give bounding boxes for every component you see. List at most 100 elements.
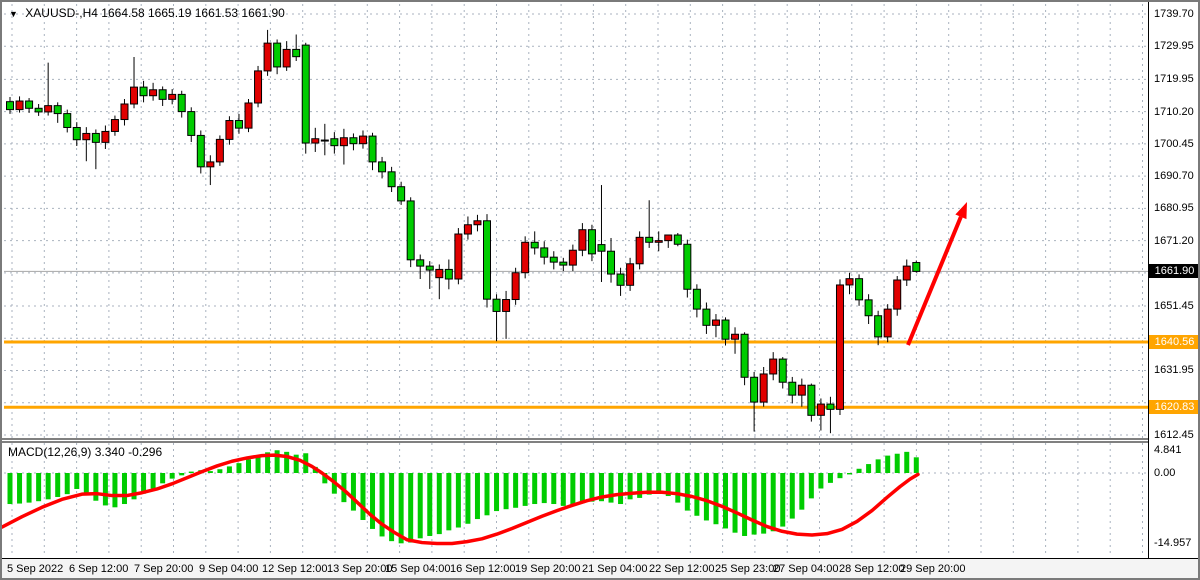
candle-body [884, 309, 891, 337]
time-axis-label: 15 Sep 04:00 [385, 563, 450, 575]
candle-body [245, 103, 252, 128]
macd-histogram-bar [609, 473, 614, 503]
macd-histogram-bar [837, 473, 842, 478]
macd-histogram-bar [475, 473, 480, 519]
candle-body [703, 309, 710, 325]
macd-histogram-bar [8, 473, 13, 504]
candle-body [751, 377, 758, 402]
price-tick-label: 1739.70 [1154, 8, 1198, 20]
macd-histogram-bar [74, 473, 79, 489]
macd-histogram-bar [513, 473, 518, 508]
macd-histogram-bar [704, 473, 709, 520]
macd-histogram-bar [561, 473, 566, 506]
candle-body [359, 136, 366, 144]
candle-body [73, 127, 80, 139]
macd-histogram-bar [542, 473, 547, 503]
candle-body [121, 104, 128, 120]
price-tick-label: 1700.45 [1154, 138, 1198, 150]
time-axis-label: 25 Sep 23:00 [715, 563, 780, 575]
time-axis-label: 29 Sep 20:00 [900, 563, 965, 575]
time-axis-label: 22 Sep 12:00 [649, 563, 714, 575]
candle-body [417, 260, 424, 266]
candle-body [426, 266, 433, 270]
macd-histogram-bar [780, 473, 785, 527]
time-axis-label: 6 Sep 12:00 [69, 563, 128, 575]
macd-histogram-bar [790, 473, 795, 519]
candle-body [436, 269, 443, 277]
candle-body [636, 237, 643, 263]
time-axis-label: 21 Sep 04:00 [582, 563, 647, 575]
macd-histogram-bar [399, 473, 404, 543]
macd-histogram-bar [360, 473, 365, 520]
macd-histogram-bar [17, 473, 22, 504]
macd-histogram-bar [55, 473, 60, 497]
macd-histogram-bar [103, 473, 108, 505]
candle-body [54, 106, 61, 114]
candle-body [512, 273, 519, 300]
price-tick-label: 1680.95 [1154, 202, 1198, 214]
candle-body [808, 385, 815, 415]
candle-body [83, 133, 90, 139]
candle-body [894, 280, 901, 309]
macd-histogram-bar [446, 473, 451, 530]
candle-body [379, 162, 386, 172]
candle-body [207, 162, 214, 167]
macd-histogram-bar [551, 473, 556, 504]
candle-body [674, 235, 681, 244]
candle-body [293, 49, 300, 56]
time-axis-label: 9 Sep 04:00 [199, 563, 258, 575]
macd-histogram-bar [370, 473, 375, 529]
macd-tick-label: 4.841 [1154, 444, 1198, 456]
macd-histogram-bar [151, 473, 156, 489]
candle-body [235, 121, 242, 129]
candle-body [817, 404, 824, 415]
candle-body [350, 138, 357, 144]
candle-body [856, 279, 863, 300]
price-chart-canvas[interactable] [2, 2, 1200, 580]
macd-histogram-bar [847, 473, 852, 474]
candle-body [503, 300, 510, 312]
candle-body [464, 225, 471, 234]
price-tick-label: 1729.95 [1154, 40, 1198, 52]
macd-histogram-bar [93, 473, 98, 501]
macd-histogram-bar [236, 463, 241, 473]
candle-body [541, 248, 548, 257]
candle-body [827, 404, 834, 409]
candle-body [264, 43, 271, 71]
time-axis-label: 19 Sep 20:00 [515, 563, 580, 575]
candle-body [131, 87, 138, 104]
candle-body [26, 101, 33, 108]
macd-histogram-bar [84, 473, 89, 495]
time-axis-label: 7 Sep 20:00 [134, 563, 193, 575]
macd-histogram-bar [494, 473, 499, 511]
macd-histogram-bar [27, 473, 32, 503]
candle-body [722, 320, 729, 339]
macd-histogram-bar [857, 469, 862, 473]
trend-arrow-head[interactable] [955, 202, 967, 219]
macd-histogram-bar [752, 473, 757, 535]
macd-tick-label: -14.957 [1154, 537, 1198, 549]
candle-body [760, 374, 767, 402]
candle-body [732, 334, 739, 339]
candle-body [274, 43, 281, 67]
candle-body [474, 221, 481, 225]
candle-body [913, 263, 920, 272]
candle-body [455, 234, 462, 279]
macd-histogram-bar [485, 473, 490, 515]
candle-body [197, 135, 204, 166]
time-axis-label: 12 Sep 12:00 [262, 563, 327, 575]
macd-histogram-bar [895, 454, 900, 473]
macd-histogram-bar [818, 473, 823, 489]
macd-histogram-bar [733, 473, 738, 533]
candle-body [588, 230, 595, 254]
price-tick-label: 1631.95 [1154, 364, 1198, 376]
macd-histogram-bar [904, 452, 909, 473]
macd-histogram-bar [408, 473, 413, 543]
macd-histogram-bar [351, 473, 356, 511]
candle-body [369, 136, 376, 162]
time-axis-label: 28 Sep 12:00 [839, 563, 904, 575]
macd-histogram-bar [628, 473, 633, 499]
candle-body [693, 289, 700, 309]
price-tick-label: 1612.45 [1154, 429, 1198, 441]
candle-body [550, 257, 557, 262]
